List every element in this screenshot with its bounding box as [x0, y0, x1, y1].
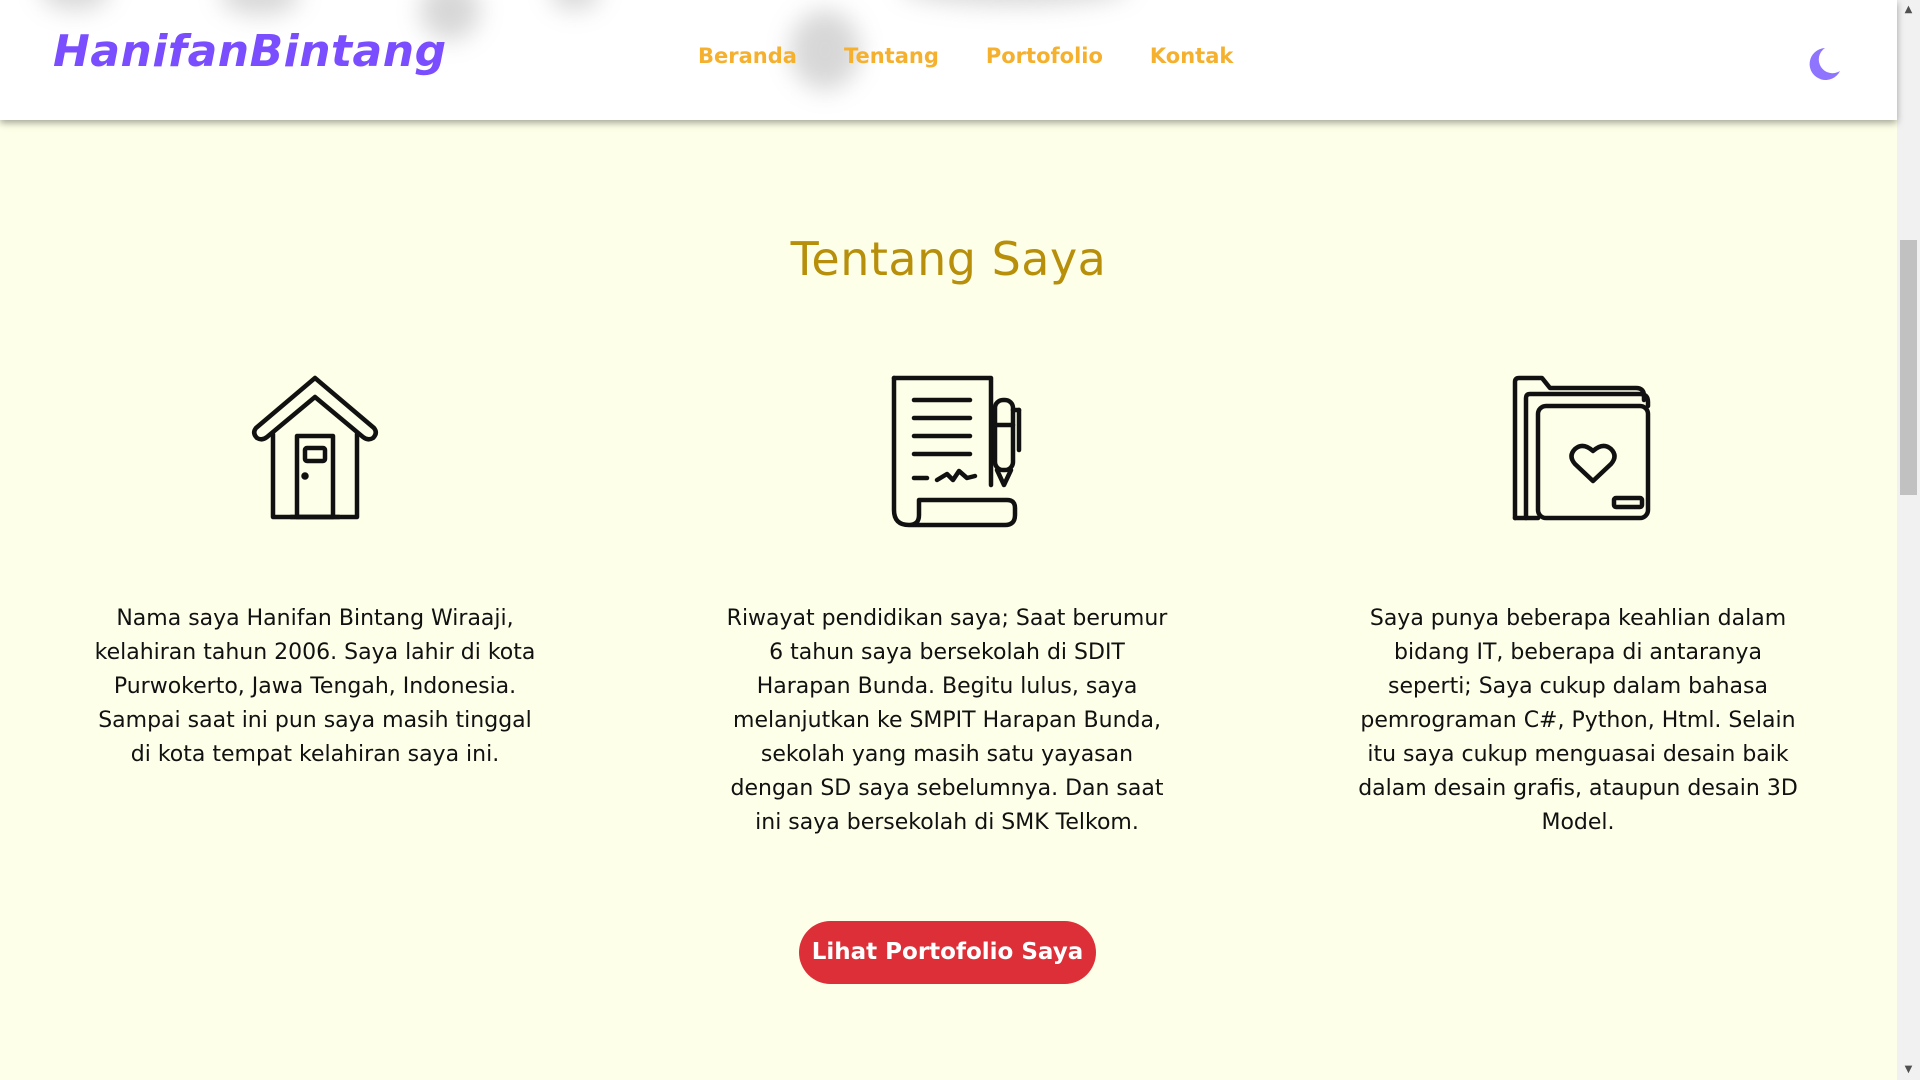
scroll-down-arrow-icon[interactable]: ▼ — [1897, 1060, 1920, 1080]
about-text-personal: Nama saya Hanifan Bintang Wiraaji, kelah… — [94, 606, 536, 767]
view-portfolio-button[interactable]: Lihat Portofolio Saya — [799, 921, 1096, 984]
about-column-personal: Nama saya Hanifan Bintang Wiraaji, kelah… — [80, 370, 550, 772]
about-text-skills: Saya punya beberapa keahlian dalam bidan… — [1358, 606, 1798, 835]
scroll-thumb[interactable] — [1900, 240, 1917, 495]
decorative-blob — [220, 0, 300, 15]
nav-menu: Beranda Tentang Portofolio Kontak — [698, 44, 1233, 68]
moon-icon[interactable] — [1803, 44, 1843, 84]
about-column-education: Riwayat pendidikan saya; Saat berumur 6 … — [712, 370, 1182, 840]
decorative-blob — [550, 0, 600, 10]
navbar: HanifanBintang Beranda Tentang Portofoli… — [0, 0, 1897, 120]
scrollbar[interactable]: ▲ ▼ — [1897, 0, 1920, 1080]
folder-heart-icon — [1512, 375, 1651, 521]
about-column-skills: Saya punya beberapa keahlian dalam bidan… — [1343, 370, 1813, 840]
scroll-up-arrow-icon[interactable]: ▲ — [1897, 0, 1920, 20]
section-title: Tentang Saya — [790, 232, 1107, 286]
nav-link-beranda[interactable]: Beranda — [698, 44, 797, 68]
about-text-education: Riwayat pendidikan saya; Saat berumur 6 … — [726, 606, 1168, 835]
nav-link-kontak[interactable]: Kontak — [1150, 44, 1233, 68]
nav-link-tentang[interactable]: Tentang — [844, 44, 939, 68]
nav-link-portofolio[interactable]: Portofolio — [986, 44, 1103, 68]
decorative-blob — [40, 0, 110, 10]
certificate-scroll-icon — [891, 375, 1022, 528]
house-icon — [252, 375, 378, 520]
brand-logo[interactable]: HanifanBintang — [53, 26, 447, 77]
page: HanifanBintang Beranda Tentang Portofoli… — [0, 0, 1897, 1080]
decorative-blob — [900, 0, 1130, 5]
